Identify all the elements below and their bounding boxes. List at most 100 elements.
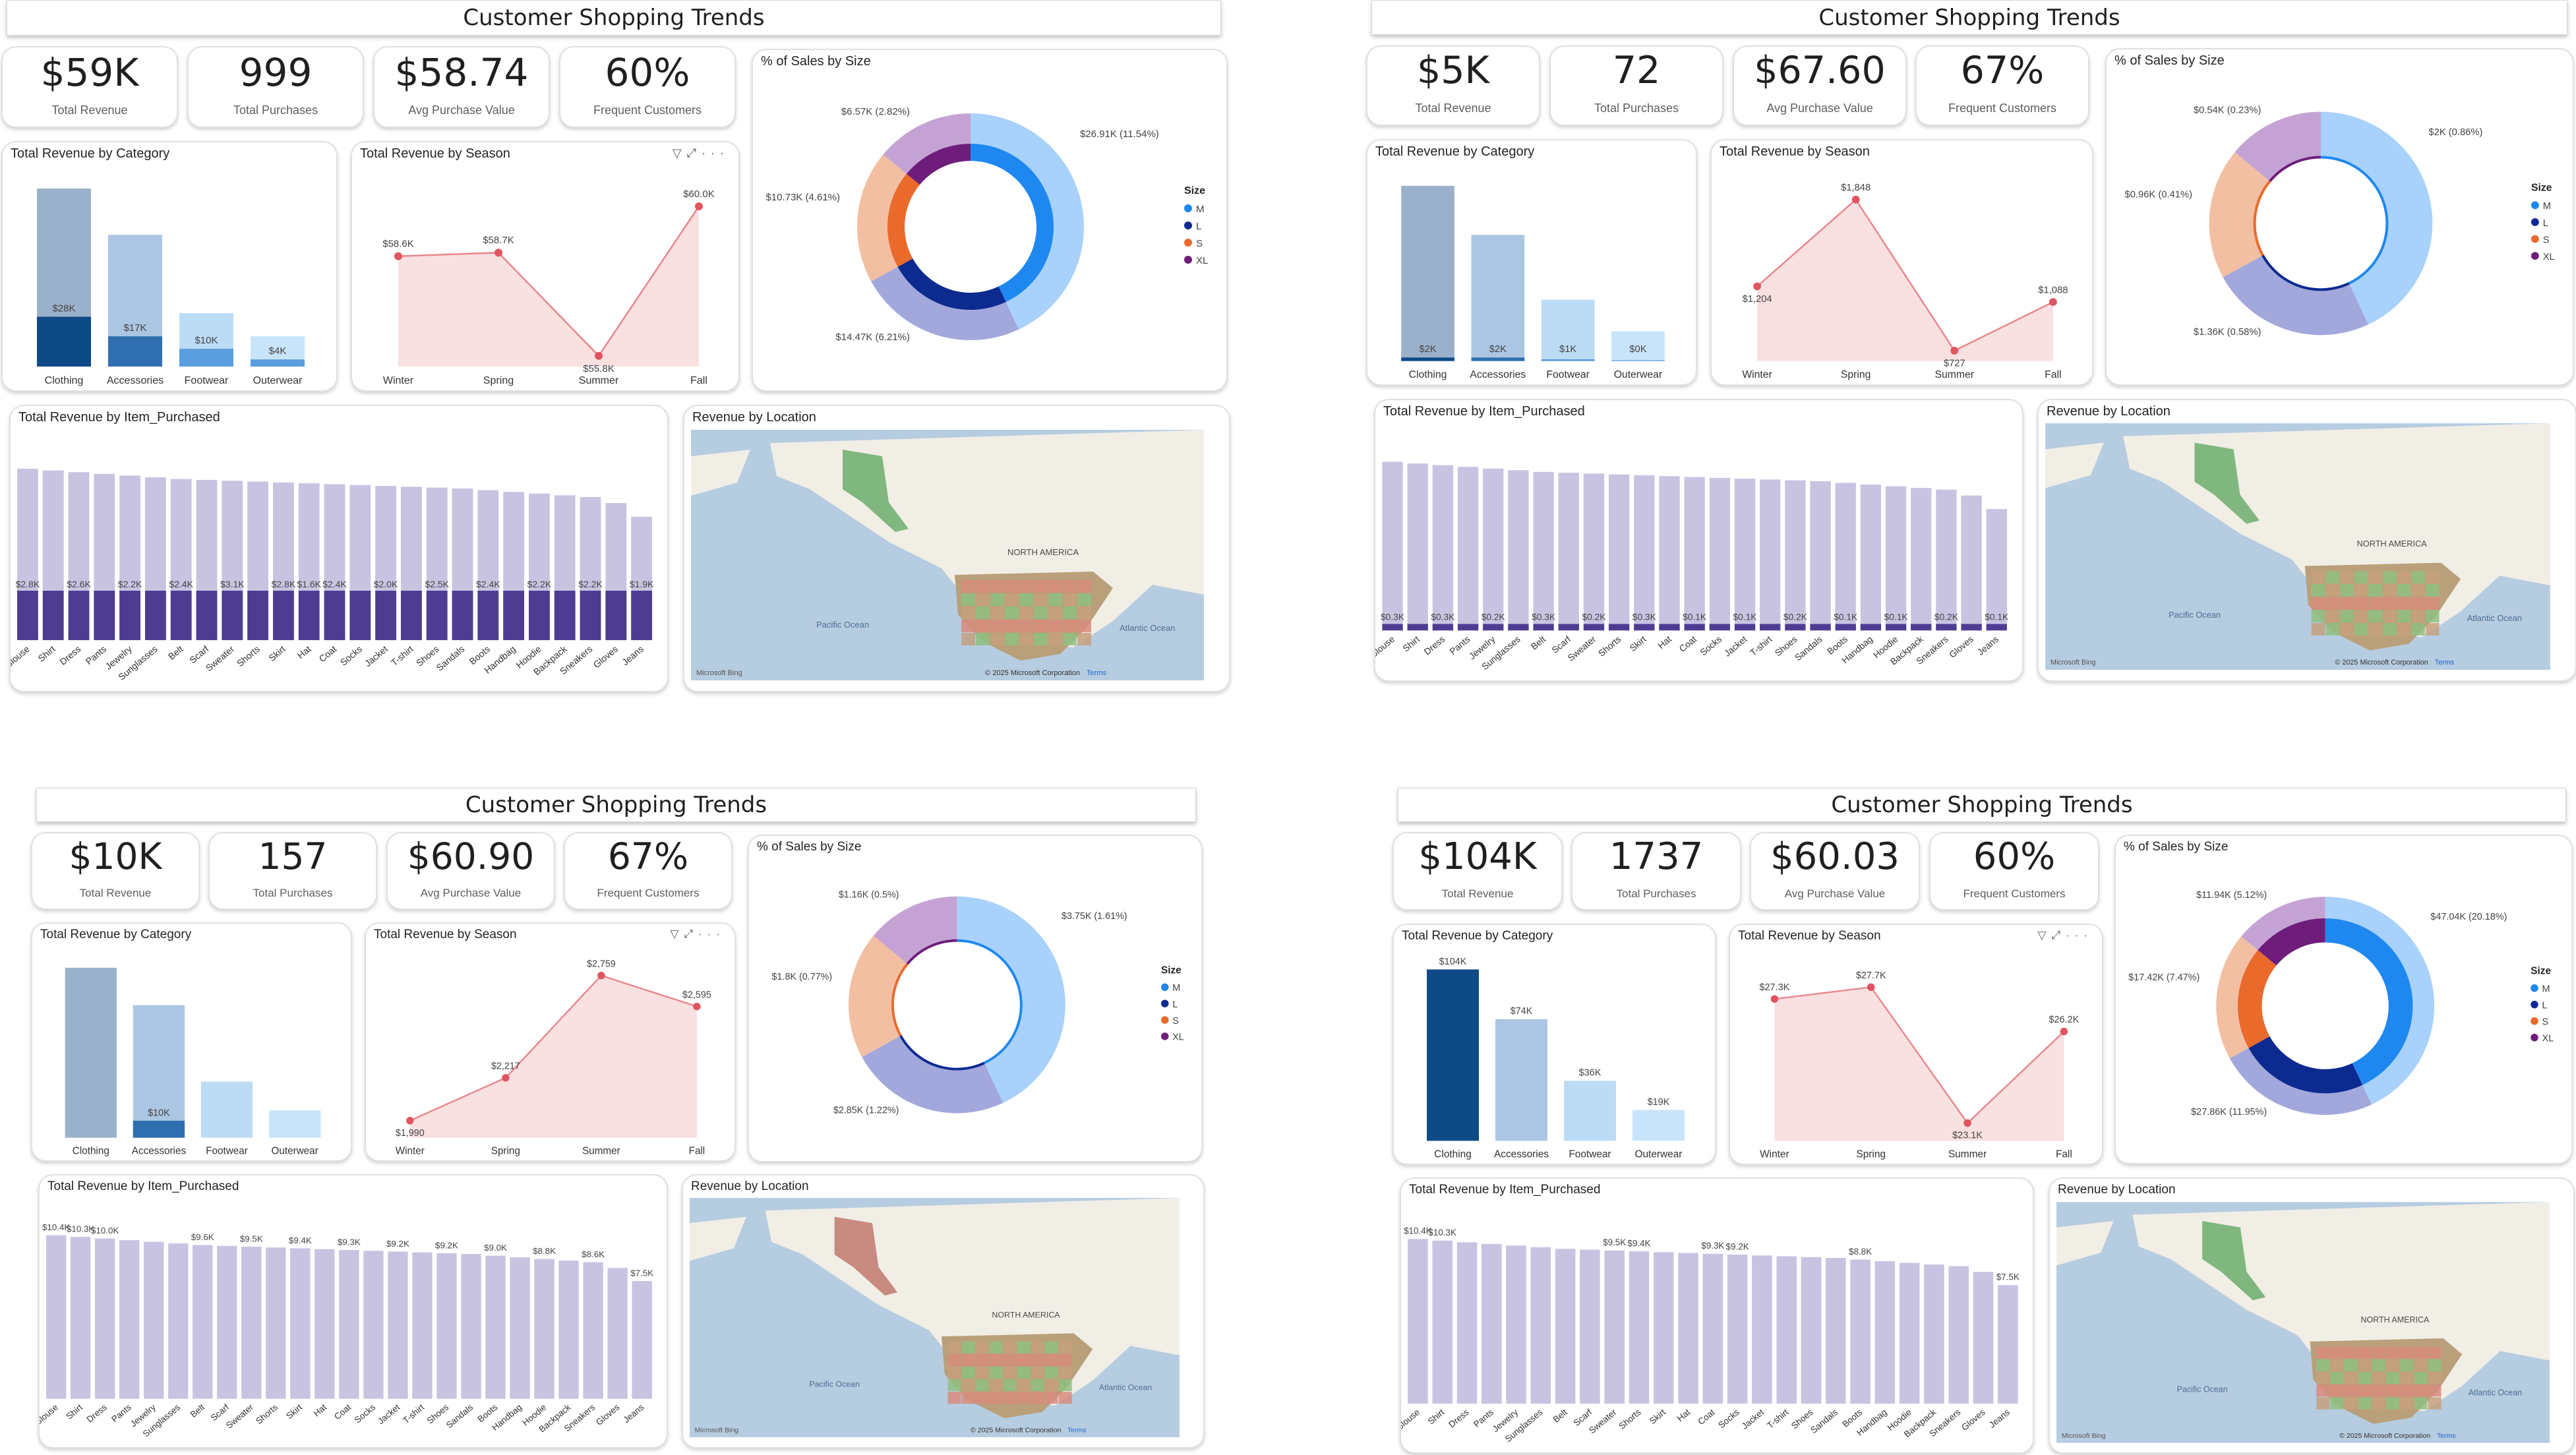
state-region[interactable] xyxy=(1003,1379,1017,1392)
state-region[interactable] xyxy=(1048,620,1062,632)
item-bar-selected[interactable] xyxy=(1860,624,1882,631)
state-region[interactable] xyxy=(1058,1366,1072,1379)
state-region[interactable] xyxy=(961,580,975,593)
item-bar[interactable] xyxy=(1678,1253,1698,1404)
item-bar[interactable] xyxy=(1456,1242,1478,1404)
item-bar-selected[interactable] xyxy=(529,591,550,640)
state-region[interactable] xyxy=(2400,1397,2414,1410)
season-chart-card[interactable]: Total Revenue by Season ▽⤢··· $1,990 Winter… xyxy=(365,922,736,1162)
state-region[interactable] xyxy=(1003,1366,1017,1379)
state-region[interactable] xyxy=(2411,597,2425,610)
item-bar-selected[interactable] xyxy=(17,591,38,640)
state-region[interactable] xyxy=(976,593,990,606)
state-region[interactable] xyxy=(2400,1346,2414,1359)
item-bar[interactable] xyxy=(607,1268,628,1399)
state-region[interactable] xyxy=(1063,580,1077,593)
item-bar-selected[interactable] xyxy=(1760,624,1781,631)
season-point[interactable] xyxy=(1851,195,1860,204)
item-bar-selected[interactable] xyxy=(1835,624,1856,631)
kpi-card[interactable]: 60% Frequent Customers xyxy=(559,46,736,128)
item-bar[interactable] xyxy=(485,1255,506,1399)
state-region[interactable] xyxy=(2372,1359,2385,1372)
state-region[interactable] xyxy=(2339,584,2354,597)
season-point[interactable] xyxy=(1753,282,1761,291)
item-bar-selected[interactable] xyxy=(298,591,320,640)
state-region[interactable] xyxy=(2368,597,2382,610)
state-region[interactable] xyxy=(2368,584,2382,597)
item-bar[interactable] xyxy=(241,1247,262,1399)
item-bar[interactable] xyxy=(510,1257,530,1399)
item-bar[interactable] xyxy=(339,1249,359,1399)
state-region[interactable] xyxy=(1017,1341,1031,1353)
item-bar[interactable] xyxy=(1936,489,1957,631)
state-region[interactable] xyxy=(2411,623,2425,636)
state-region[interactable] xyxy=(989,1341,1003,1353)
state-region[interactable] xyxy=(2372,1397,2385,1410)
item-bar[interactable] xyxy=(1810,481,1831,631)
state-region[interactable] xyxy=(2330,1346,2344,1359)
category-bar-bg[interactable] xyxy=(1401,185,1454,361)
item-bar[interactable] xyxy=(1407,463,1428,631)
state-region[interactable] xyxy=(2414,1397,2428,1410)
item-bar-selected[interactable] xyxy=(1432,624,1454,631)
item-bar[interactable] xyxy=(217,1245,237,1399)
item-bar[interactable] xyxy=(461,1254,481,1399)
item-bar[interactable] xyxy=(1457,467,1479,631)
item-bar-selected[interactable] xyxy=(401,591,422,640)
kpi-card[interactable]: $67.60 Avg Purchase Value xyxy=(1733,45,1907,126)
item-bar[interactable] xyxy=(436,1253,457,1399)
state-region[interactable] xyxy=(2358,1397,2372,1410)
category-bar-bg[interactable] xyxy=(1471,235,1525,361)
item-chart-card[interactable]: Total Revenue by Item_Purchased $0.3K Blou… xyxy=(1374,399,2023,682)
item-bar[interactable] xyxy=(1752,1255,1772,1404)
state-region[interactable] xyxy=(947,1353,961,1367)
item-bar[interactable] xyxy=(144,1241,164,1399)
item-chart-card[interactable]: Total Revenue by Item_Purchased $2.8K Blou… xyxy=(9,405,669,692)
state-region[interactable] xyxy=(2397,610,2411,623)
item-bar-selected[interactable] xyxy=(554,591,576,640)
map-card[interactable]: Revenue by Location NORTH AMERICA Pacific … xyxy=(682,1174,1205,1448)
category-bar-bg[interactable] xyxy=(1495,1019,1547,1141)
state-region[interactable] xyxy=(2339,623,2354,636)
state-region[interactable] xyxy=(1077,633,1091,645)
kpi-card[interactable]: $58.74 Avg Purchase Value xyxy=(373,46,550,128)
season-point[interactable] xyxy=(595,351,603,360)
state-region[interactable] xyxy=(2385,1397,2400,1410)
item-bar[interactable] xyxy=(1997,1285,2018,1404)
season-point[interactable] xyxy=(1963,1119,1971,1127)
item-bar[interactable] xyxy=(1961,495,1982,631)
item-bar[interactable] xyxy=(1530,1247,1551,1404)
state-region[interactable] xyxy=(1005,580,1019,593)
item-bar-selected[interactable] xyxy=(1709,624,1730,631)
state-region[interactable] xyxy=(947,1392,961,1404)
state-region[interactable] xyxy=(2368,623,2382,636)
state-region[interactable] xyxy=(2397,623,2411,636)
item-bar[interactable] xyxy=(1850,1259,1871,1404)
item-bar-selected[interactable] xyxy=(1986,624,2007,631)
item-bar-selected[interactable] xyxy=(1936,624,1957,631)
state-region[interactable] xyxy=(961,607,975,619)
category-chart-card[interactable]: Total Revenue by Category $2K Clothing $2K A… xyxy=(1366,139,1697,386)
item-bar[interactable] xyxy=(1583,473,1605,631)
state-region[interactable] xyxy=(2428,1359,2441,1372)
state-region[interactable] xyxy=(2311,610,2325,623)
item-bar-selected[interactable] xyxy=(1785,624,1806,631)
state-region[interactable] xyxy=(2400,1384,2414,1397)
kpi-card[interactable]: 72 Total Purchases xyxy=(1549,45,1723,126)
item-bar-selected[interactable] xyxy=(1407,624,1428,631)
item-bar-selected[interactable] xyxy=(426,591,448,640)
state-region[interactable] xyxy=(1017,1366,1031,1379)
state-region[interactable] xyxy=(2428,1346,2441,1359)
season-point[interactable] xyxy=(1770,995,1779,1003)
state-region[interactable] xyxy=(2325,571,2339,584)
item-bar-selected[interactable] xyxy=(1533,624,1554,631)
item-bar[interactable] xyxy=(1533,471,1554,631)
category-chart-card[interactable]: Total Revenue by Category Clothing $10K Acc… xyxy=(31,922,352,1162)
item-bar[interactable] xyxy=(1555,1249,1576,1404)
item-chart-card[interactable]: Total Revenue by Item_Purchased $10.4K Blo… xyxy=(38,1174,668,1448)
state-region[interactable] xyxy=(2316,1359,2330,1372)
state-region[interactable] xyxy=(1044,1341,1058,1353)
item-bar-selected[interactable] xyxy=(273,591,294,640)
category-bar-selected[interactable] xyxy=(251,359,305,367)
item-bar-selected[interactable] xyxy=(1659,624,1680,631)
